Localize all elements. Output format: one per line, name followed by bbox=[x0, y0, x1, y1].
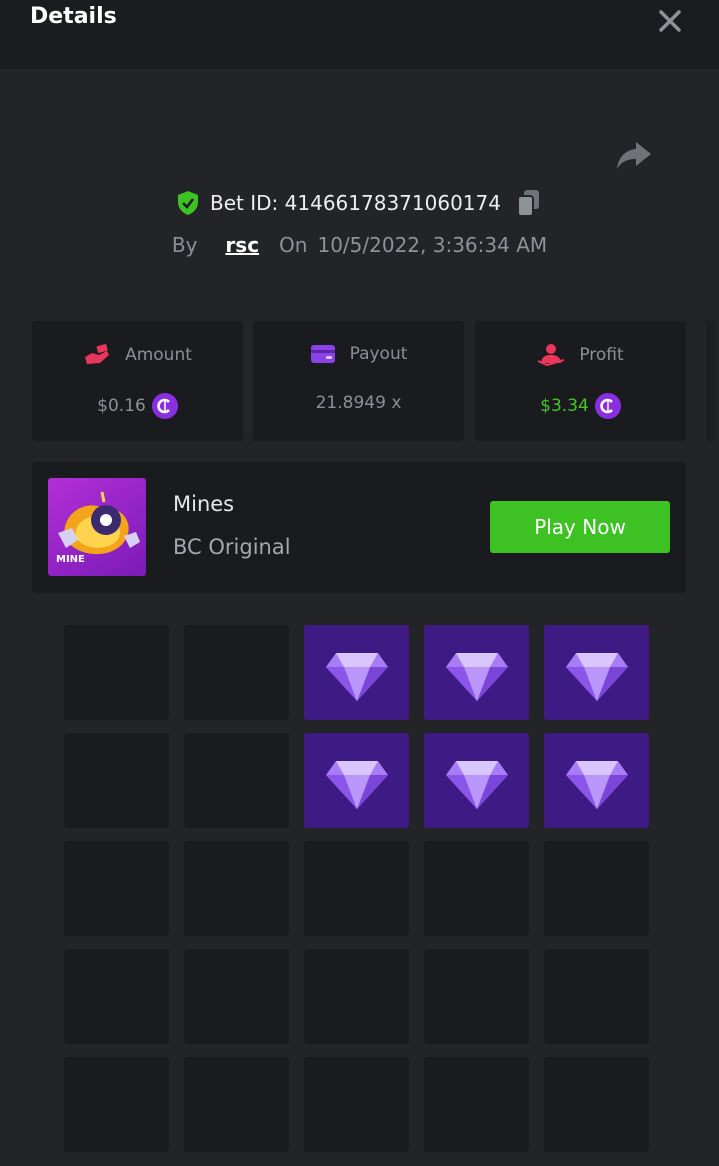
game-thumbnail[interactable]: MINE bbox=[48, 478, 146, 576]
grid-tile bbox=[184, 841, 289, 936]
share-button[interactable] bbox=[614, 138, 654, 172]
grid-tile bbox=[64, 949, 169, 1044]
close-icon bbox=[659, 10, 681, 32]
copy-icon bbox=[516, 190, 539, 217]
gem-icon bbox=[566, 653, 628, 701]
play-now-button[interactable]: Play Now bbox=[490, 501, 670, 553]
grid-tile bbox=[184, 733, 289, 828]
bet-meta-row: By rsc On 10/5/2022, 3:36:34 AM bbox=[0, 228, 719, 262]
grid-tile bbox=[64, 625, 169, 720]
stat-value: $0.16 bbox=[97, 396, 146, 416]
game-subtitle: BC Original bbox=[173, 535, 291, 559]
grid-tile bbox=[424, 949, 529, 1044]
grid-tile-gem bbox=[304, 625, 409, 720]
wallet-card-icon bbox=[310, 345, 335, 363]
game-card: MINE Mines BC Original Play Now bbox=[32, 462, 686, 593]
coin-icon bbox=[594, 393, 621, 419]
grid-tile bbox=[304, 1057, 409, 1152]
stat-card-amount: Amount $0.16 bbox=[32, 321, 243, 441]
grid-tile bbox=[424, 841, 529, 936]
grid-tile bbox=[184, 949, 289, 1044]
game-thumb-label: MINE bbox=[56, 554, 85, 565]
copy-button[interactable] bbox=[515, 188, 543, 218]
grid-tile-gem bbox=[424, 625, 529, 720]
gem-icon bbox=[566, 761, 628, 809]
grid-tile bbox=[304, 841, 409, 936]
bet-id-row: Bet ID: 414661783710601​74 bbox=[0, 185, 719, 221]
grid-tile bbox=[544, 841, 649, 936]
grid-tile bbox=[184, 1057, 289, 1152]
stat-card-payout: Payout 21.8949 x bbox=[253, 321, 464, 441]
grid-tile-gem bbox=[424, 733, 529, 828]
grid-tile bbox=[544, 949, 649, 1044]
stat-label: Profit bbox=[579, 345, 624, 365]
grid-tile bbox=[184, 625, 289, 720]
modal-title: Details bbox=[30, 4, 117, 29]
grid-tile bbox=[544, 1057, 649, 1152]
grid-tile-gem bbox=[304, 733, 409, 828]
verified-shield-icon bbox=[178, 191, 199, 215]
bet-id: Bet ID: 414661783710601​74 bbox=[210, 191, 501, 215]
on-label: On bbox=[279, 233, 308, 257]
gem-icon bbox=[446, 761, 508, 809]
coin-icon bbox=[151, 393, 178, 419]
game-name: Mines bbox=[173, 492, 235, 516]
money-hand-icon bbox=[85, 344, 110, 364]
grid-tile bbox=[64, 733, 169, 828]
gem-icon bbox=[326, 761, 388, 809]
stat-value: 21.8949 x bbox=[315, 393, 402, 413]
grid-tile-gem bbox=[544, 733, 649, 828]
bet-date: 10/5/2022, 3:36:34 AM bbox=[317, 233, 548, 257]
by-label: By bbox=[171, 233, 198, 257]
grid-tile bbox=[64, 1057, 169, 1152]
grid-tile bbox=[424, 1057, 529, 1152]
modal-header: Details bbox=[0, 0, 719, 69]
stat-label: Amount bbox=[125, 345, 192, 365]
grid-tile bbox=[64, 841, 169, 936]
username-link[interactable]: rsc bbox=[225, 233, 259, 257]
grid-tile-gem bbox=[544, 625, 649, 720]
profit-user-icon bbox=[537, 344, 565, 367]
stat-value: $3.34 bbox=[540, 396, 589, 416]
stat-label: Payout bbox=[349, 344, 408, 364]
stat-card-profit: Profit $3.34 bbox=[475, 321, 686, 441]
gem-icon bbox=[446, 653, 508, 701]
share-icon bbox=[617, 142, 651, 169]
stats-scrollbar[interactable] bbox=[706, 321, 716, 441]
grid-tile bbox=[304, 949, 409, 1044]
close-button[interactable] bbox=[655, 6, 685, 36]
gem-icon bbox=[326, 653, 388, 701]
